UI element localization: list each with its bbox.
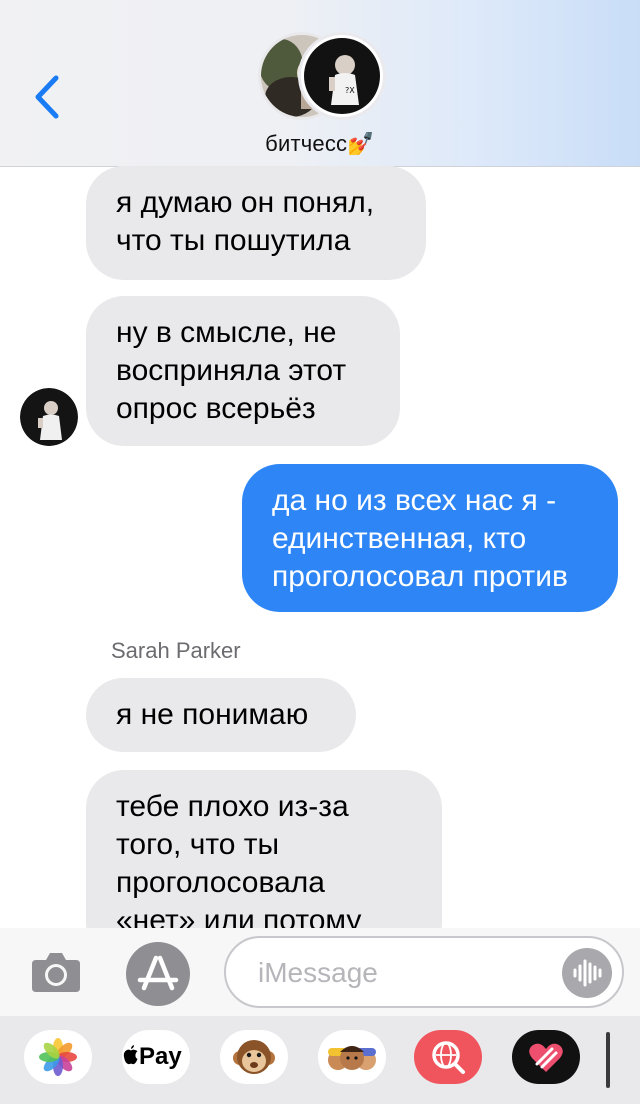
message-thread[interactable]: я думаю он понял, что ты пошутила ну в с… bbox=[0, 166, 640, 928]
chevron-left-icon bbox=[35, 75, 59, 119]
sender-avatar[interactable] bbox=[20, 388, 78, 446]
apple-pay-button[interactable]: Pay bbox=[122, 1030, 190, 1084]
web-images-search-icon bbox=[432, 1041, 465, 1074]
audio-waveform-icon bbox=[573, 959, 602, 987]
svg-text:?X: ?X bbox=[345, 86, 355, 95]
photos-app-button[interactable] bbox=[24, 1030, 92, 1084]
app-store-button[interactable] bbox=[126, 942, 190, 1006]
message-input[interactable] bbox=[256, 952, 550, 994]
message-bubble-incoming[interactable]: я не понимаю bbox=[86, 678, 356, 752]
back-button[interactable] bbox=[28, 72, 68, 122]
apple-pay-label: Pay bbox=[139, 1043, 182, 1070]
animoji-monkey-icon bbox=[233, 1040, 275, 1074]
message-input-bar bbox=[0, 928, 640, 1016]
digital-touch-heart-icon bbox=[529, 1043, 563, 1072]
photos-app-icon bbox=[39, 1038, 77, 1076]
camera-button[interactable] bbox=[30, 948, 82, 994]
audio-record-button[interactable] bbox=[562, 948, 612, 998]
sender-name: Sarah Parker bbox=[111, 638, 241, 663]
memoji-stickers-icon bbox=[328, 1046, 376, 1070]
camera-icon bbox=[32, 953, 80, 992]
message-bubble-incoming[interactable]: ну в смысле, не восприняла этот опрос вс… bbox=[86, 296, 400, 446]
message-bubble-outgoing[interactable]: да но из всех нас я - единственная, кто … bbox=[242, 464, 618, 612]
image-search-button[interactable] bbox=[414, 1030, 482, 1084]
member-avatar-singer: ?X bbox=[298, 32, 386, 120]
group-avatar[interactable]: ?X bbox=[258, 32, 386, 120]
message-bubble-incoming[interactable]: я думаю он понял, что ты пошутила bbox=[86, 166, 426, 280]
digital-touch-button[interactable] bbox=[512, 1030, 580, 1084]
conversation-header: ?X битчесс💅 bbox=[0, 0, 640, 167]
app-store-icon bbox=[137, 955, 179, 991]
app-drawer: Pay bbox=[0, 1016, 640, 1104]
drawer-scroll-divider bbox=[606, 1032, 610, 1088]
message-field[interactable] bbox=[224, 936, 624, 1008]
group-name[interactable]: битчесс💅 bbox=[0, 131, 640, 157]
message-bubble-incoming[interactable]: тебе плохо из-за того, что ты проголосов… bbox=[86, 770, 442, 928]
animoji-button[interactable] bbox=[220, 1030, 288, 1084]
memoji-button[interactable] bbox=[318, 1030, 386, 1084]
